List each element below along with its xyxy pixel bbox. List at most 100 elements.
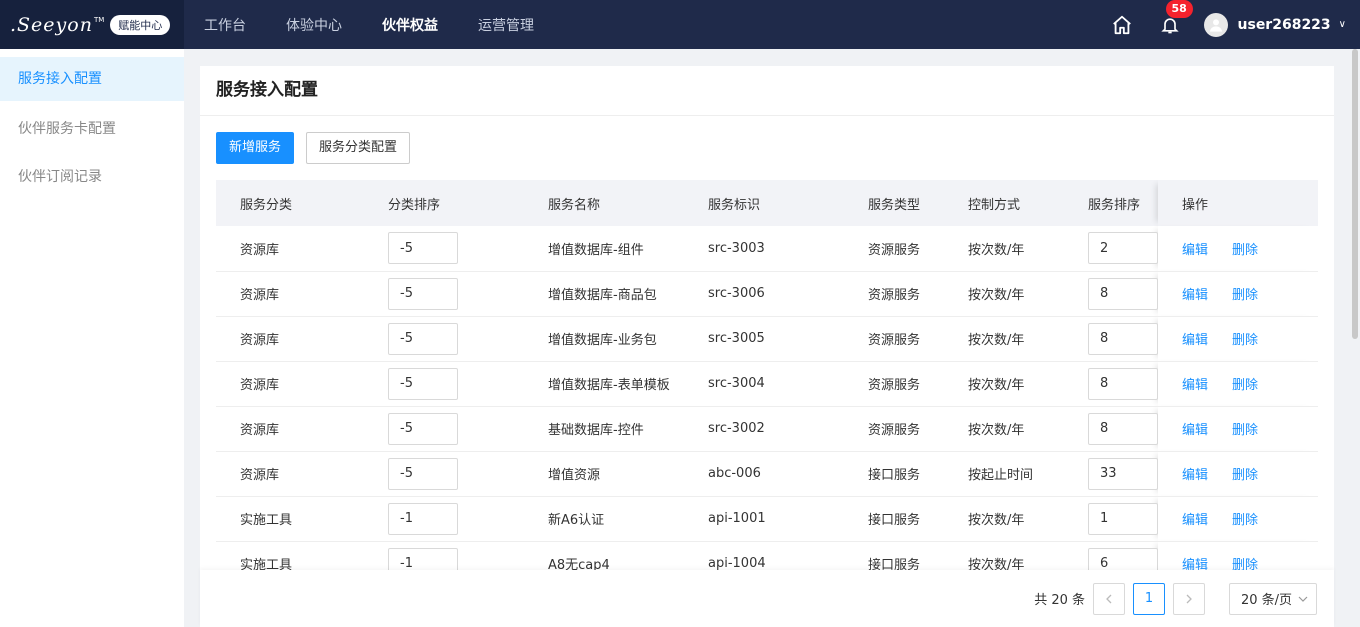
edit-link[interactable]: 编辑 xyxy=(1182,468,1208,483)
cell-service-type: 资源服务 xyxy=(868,242,921,258)
edit-link[interactable]: 编辑 xyxy=(1182,513,1208,528)
edit-link[interactable]: 编辑 xyxy=(1182,378,1208,393)
chevron-down-icon xyxy=(1298,596,1308,602)
cell-actions: 编辑 删除 xyxy=(1158,226,1318,271)
cell-category: 资源库 xyxy=(240,242,280,258)
trademark-mark: TM xyxy=(93,15,105,24)
cell-category-order xyxy=(388,541,548,570)
delete-link[interactable]: 删除 xyxy=(1232,243,1258,258)
edit-link[interactable]: 编辑 xyxy=(1182,558,1208,570)
service-order-input[interactable] xyxy=(1088,367,1158,400)
page-size-select[interactable]: 20 条/页 xyxy=(1229,582,1317,615)
edit-link[interactable]: 编辑 xyxy=(1182,423,1208,438)
delete-link[interactable]: 删除 xyxy=(1232,468,1258,483)
service-order-input[interactable] xyxy=(1088,412,1158,445)
col-header-service-order: 服务排序 xyxy=(1088,197,1141,213)
cell-category: 资源库 xyxy=(240,423,280,438)
table-row: 资源库 基础数据库-控件 src-3002 资源服务 按次数/年 编辑 删除 xyxy=(216,406,1318,451)
cell-service-code: abc-006 xyxy=(708,466,761,481)
cell-service-name: 基础数据库-控件 xyxy=(548,423,644,438)
delete-link[interactable]: 删除 xyxy=(1232,558,1258,570)
cell-service-name: A8无cap4 xyxy=(548,558,610,570)
edit-link[interactable]: 编辑 xyxy=(1182,333,1208,348)
sidebar: 服务接入配置 伙伴服务卡配置 伙伴订阅记录 xyxy=(0,49,184,627)
cell-control-mode: 按次数/年 xyxy=(968,333,1025,348)
category-order-input[interactable] xyxy=(388,277,458,310)
cell-category: 实施工具 xyxy=(240,558,293,570)
seeyon-logo: .Seeyon xyxy=(10,13,93,36)
table-row: 资源库 增值数据库-表单模板 src-3004 资源服务 按次数/年 编辑 删除 xyxy=(216,361,1318,406)
delete-link[interactable]: 删除 xyxy=(1232,513,1258,528)
cell-category: 资源库 xyxy=(240,333,280,348)
cell-control-mode: 按起止时间 xyxy=(968,468,1034,483)
category-config-button[interactable]: 服务分类配置 xyxy=(306,132,411,164)
table-row: 资源库 增值数据库-商品包 src-3006 资源服务 按次数/年 编辑 删除 xyxy=(216,271,1318,316)
cell-category-order xyxy=(388,316,548,361)
category-order-input[interactable] xyxy=(388,367,458,400)
cell-actions: 编辑 删除 xyxy=(1158,496,1318,541)
col-header-control-mode: 控制方式 xyxy=(968,197,1021,213)
col-header-service-code: 服务标识 xyxy=(708,197,761,213)
cell-service-type: 资源服务 xyxy=(868,333,921,348)
category-order-input[interactable] xyxy=(388,457,458,490)
page-scrollbar[interactable] xyxy=(1352,49,1358,339)
cell-control-mode: 按次数/年 xyxy=(968,378,1025,393)
user-avatar-icon[interactable] xyxy=(1203,12,1228,37)
service-order-input[interactable] xyxy=(1088,277,1158,310)
cell-service-name: 增值数据库-业务包 xyxy=(548,333,657,348)
category-order-input[interactable] xyxy=(388,322,458,355)
next-page-button[interactable] xyxy=(1173,582,1205,615)
cell-service-code: src-3003 xyxy=(708,240,765,256)
page-number-current[interactable]: 1 xyxy=(1133,582,1165,615)
edit-link[interactable]: 编辑 xyxy=(1182,243,1208,258)
category-order-input[interactable] xyxy=(388,547,458,570)
cell-category-order xyxy=(388,271,548,316)
category-order-input[interactable] xyxy=(388,412,458,445)
table-row: 资源库 增值资源 abc-006 接口服务 按起止时间 编辑 删除 xyxy=(216,451,1318,496)
top-navbar: .Seeyon TM 赋能中心 工作台 体验中心 伙伴权益 运营管理 58 us… xyxy=(0,0,1360,49)
notification-button[interactable]: 58 xyxy=(1158,0,1193,37)
cell-service-order xyxy=(1088,361,1158,406)
add-service-button[interactable]: 新增服务 xyxy=(216,132,295,164)
category-order-input[interactable] xyxy=(388,232,458,265)
col-header-category-order: 分类排序 xyxy=(388,197,441,213)
cell-service-name: 增值数据库-组件 xyxy=(548,242,644,258)
username[interactable]: user268223 xyxy=(1238,17,1331,33)
delete-link[interactable]: 删除 xyxy=(1232,333,1258,348)
nav-item-partner-benefits[interactable]: 伙伴权益 xyxy=(382,15,438,35)
home-icon[interactable] xyxy=(1110,13,1134,37)
cell-service-code: src-3005 xyxy=(708,331,765,346)
delete-link[interactable]: 删除 xyxy=(1232,288,1258,303)
page-title: 服务接入配置 xyxy=(200,66,1334,116)
service-order-input[interactable] xyxy=(1088,232,1158,265)
service-order-input[interactable] xyxy=(1088,502,1158,535)
brand[interactable]: .Seeyon TM 赋能中心 xyxy=(0,0,184,49)
cell-service-order xyxy=(1088,406,1158,451)
service-order-input[interactable] xyxy=(1088,322,1158,355)
cell-category: 实施工具 xyxy=(240,513,293,528)
col-header-actions: 操作 xyxy=(1158,180,1318,226)
pagination-total: 共 20 条 xyxy=(1034,593,1085,608)
nav-item-workbench[interactable]: 工作台 xyxy=(204,15,246,35)
cell-category-order xyxy=(388,406,548,451)
nav-item-operations[interactable]: 运营管理 xyxy=(478,15,534,35)
delete-link[interactable]: 删除 xyxy=(1232,423,1258,438)
service-order-input[interactable] xyxy=(1088,547,1158,570)
chevron-down-icon[interactable]: ∨ xyxy=(1339,19,1346,30)
cell-service-order xyxy=(1088,541,1158,570)
cell-service-order xyxy=(1088,451,1158,496)
cell-service-order xyxy=(1088,226,1158,271)
sidebar-item-partner-subscriptions[interactable]: 伙伴订阅记录 xyxy=(0,153,184,201)
cell-category-order xyxy=(388,496,548,541)
prev-page-button[interactable] xyxy=(1093,582,1125,615)
service-order-input[interactable] xyxy=(1088,457,1158,490)
col-header-service-name: 服务名称 xyxy=(548,197,601,213)
sidebar-item-partner-service-card[interactable]: 伙伴服务卡配置 xyxy=(0,105,184,153)
sidebar-item-service-access[interactable]: 服务接入配置 xyxy=(0,57,184,101)
category-order-input[interactable] xyxy=(388,502,458,535)
edit-link[interactable]: 编辑 xyxy=(1182,288,1208,303)
delete-link[interactable]: 删除 xyxy=(1232,378,1258,393)
toolbar: 新增服务 服务分类配置 xyxy=(216,132,411,164)
cell-actions: 编辑 删除 xyxy=(1158,361,1318,406)
nav-item-experience-center[interactable]: 体验中心 xyxy=(286,15,342,35)
